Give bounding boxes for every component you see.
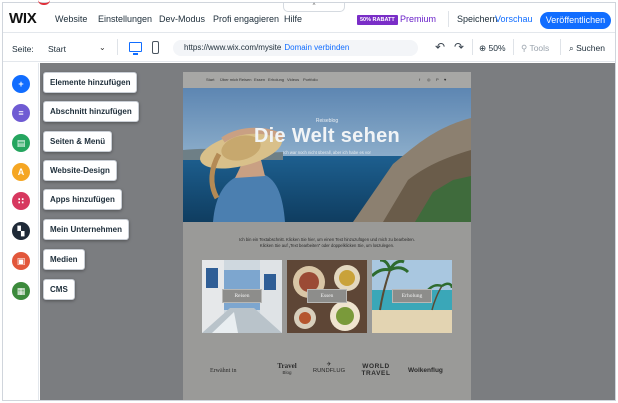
site-nav-item[interactable]: Videos [287,77,299,82]
pages-menu-button[interactable]: Seiten & Menü [43,131,113,152]
pinterest-icon[interactable]: P [436,77,439,82]
menu-hire-pro[interactable]: Profi engagieren [213,14,279,24]
editor-window: WIX Website Einstellungen Dev-Modus Prof… [2,2,616,401]
featured-in-label[interactable]: Erwähnt in [210,368,237,374]
category-card-relax[interactable]: Erholung [372,260,452,333]
menu-help[interactable]: Hilfe [284,14,302,24]
sale-badge: 50% RABATT [357,15,398,25]
media-button[interactable]: Medien [43,249,85,270]
menu-settings[interactable]: Einstellungen [98,14,152,24]
add-section-button[interactable]: Abschnitt hinzufügen [43,101,139,122]
media-icon[interactable]: ▣ [12,252,30,270]
tools-button[interactable]: ⚲ Tools [521,43,549,54]
hero-section[interactable]: Reiseblog Die Welt sehen Ich war noch ni… [183,88,471,222]
undo-icon[interactable]: ↶ [435,40,445,54]
travel-blog-logo[interactable]: Travel Blog [274,363,300,376]
zoom-level: 50% [488,43,506,53]
site-url: https://www.wix.com/mysite [184,43,282,52]
intro-text-line[interactable]: Ich bin ein Textabschnitt. Klicken Sie h… [183,237,471,242]
site-header[interactable]: Start Über mich Reisen Essen Erholung Vi… [183,72,471,88]
mobile-view-icon[interactable] [152,41,159,54]
site-url-bar[interactable]: https://www.wix.com/mysite Domain verbind… [173,40,418,56]
add-elements-button[interactable]: Elemente hinzufügen [43,72,138,93]
pages-menu-icon[interactable]: ▤ [12,134,30,152]
site-nav-item[interactable]: Start [206,77,214,82]
chevron-down-icon[interactable]: ⌄ [99,43,106,52]
divider [448,11,449,27]
facebook-icon[interactable]: f [419,77,420,82]
category-card-travel[interactable]: Reisen [202,260,282,333]
card-label[interactable]: Reisen [222,289,262,303]
premium-link[interactable]: Premium [400,14,436,24]
search-label: Suchen [576,43,605,53]
redo-icon[interactable]: ↷ [454,40,464,54]
business-icon[interactable]: ▚ [12,222,30,240]
add-apps-icon[interactable]: ∷ [12,192,30,210]
hero-title[interactable]: Die Welt sehen [183,125,471,148]
add-apps-button[interactable]: Apps hinzufügen [43,189,122,210]
desktop-view-icon[interactable] [129,42,142,55]
wix-logo[interactable]: WIX [9,10,37,27]
secondary-toolbar: Seite: Start ⌄ https://www.wix.com/mysit… [3,34,615,62]
search-button[interactable]: ⌕ Suchen [569,43,605,54]
page-selector[interactable]: Start [48,44,66,54]
site-nav-item[interactable]: Essen [254,77,265,82]
site-design-button[interactable]: Website-Design [43,160,117,181]
top-bar: WIX Website Einstellungen Dev-Modus Prof… [3,3,615,33]
intro-text-line[interactable]: Klicken Sie auf „Text bearbeiten" oder d… [183,243,471,248]
site-nav-item[interactable]: Erholung [268,77,284,82]
rundflug-logo[interactable]: ✈ RUNDFLUG [312,362,346,374]
site-nav-item[interactable]: Portfolio [303,77,318,82]
site-design-icon[interactable]: A [12,163,30,181]
card-label[interactable]: Essen [307,289,347,303]
world-travel-logo[interactable]: WORLD TRAVEL [359,363,393,377]
instagram-icon[interactable]: ◎ [427,77,431,82]
divider [560,39,561,55]
site-nav-item[interactable]: Reisen [239,77,251,82]
site-nav-item[interactable]: Über mich [220,77,238,82]
divider [513,39,514,55]
search-icon: ⌕ [569,43,574,53]
tools-label: Tools [529,43,550,53]
divider [472,39,473,55]
wolkenflug-logo[interactable]: Wolkenflug [408,367,443,374]
social-icon[interactable]: ♥ [444,77,446,82]
zoom-icon: ⊕ [479,43,487,53]
page-label: Seite: [12,44,34,54]
add-elements-icon[interactable]: + [12,75,30,93]
cms-button[interactable]: CMS [43,279,75,300]
menu-website[interactable]: Website [55,14,87,24]
menu-dev-mode[interactable]: Dev-Modus [159,14,205,24]
tools-icon: ⚲ [521,43,528,53]
hero-image [183,88,471,222]
collapse-toolbar-button[interactable]: ^ [283,3,345,12]
publish-button[interactable]: Veröffentlichen [540,12,611,29]
site-preview[interactable]: Start Über mich Reisen Essen Erholung Vi… [183,72,471,400]
hero-tagline[interactable]: Reiseblog [183,118,471,124]
left-rail: + ≡ ▤ A ∷ ▚ ▣ ▦ [3,63,39,400]
zoom-control[interactable]: ⊕ 50% [479,43,506,54]
add-section-icon[interactable]: ≡ [12,104,30,122]
my-business-button[interactable]: Mein Unternehmen [43,219,130,240]
category-card-food[interactable]: Essen [287,260,367,333]
connect-domain-link[interactable]: Domain verbinden [284,43,349,52]
preview-button[interactable]: Vorschau [495,14,533,24]
divider [117,39,118,55]
card-label[interactable]: Erholung [392,289,432,303]
hero-subtitle[interactable]: Ich war noch nicht überall, aber ich hab… [183,150,471,155]
save-button[interactable]: Speichern [457,14,498,24]
cms-icon[interactable]: ▦ [12,282,30,300]
